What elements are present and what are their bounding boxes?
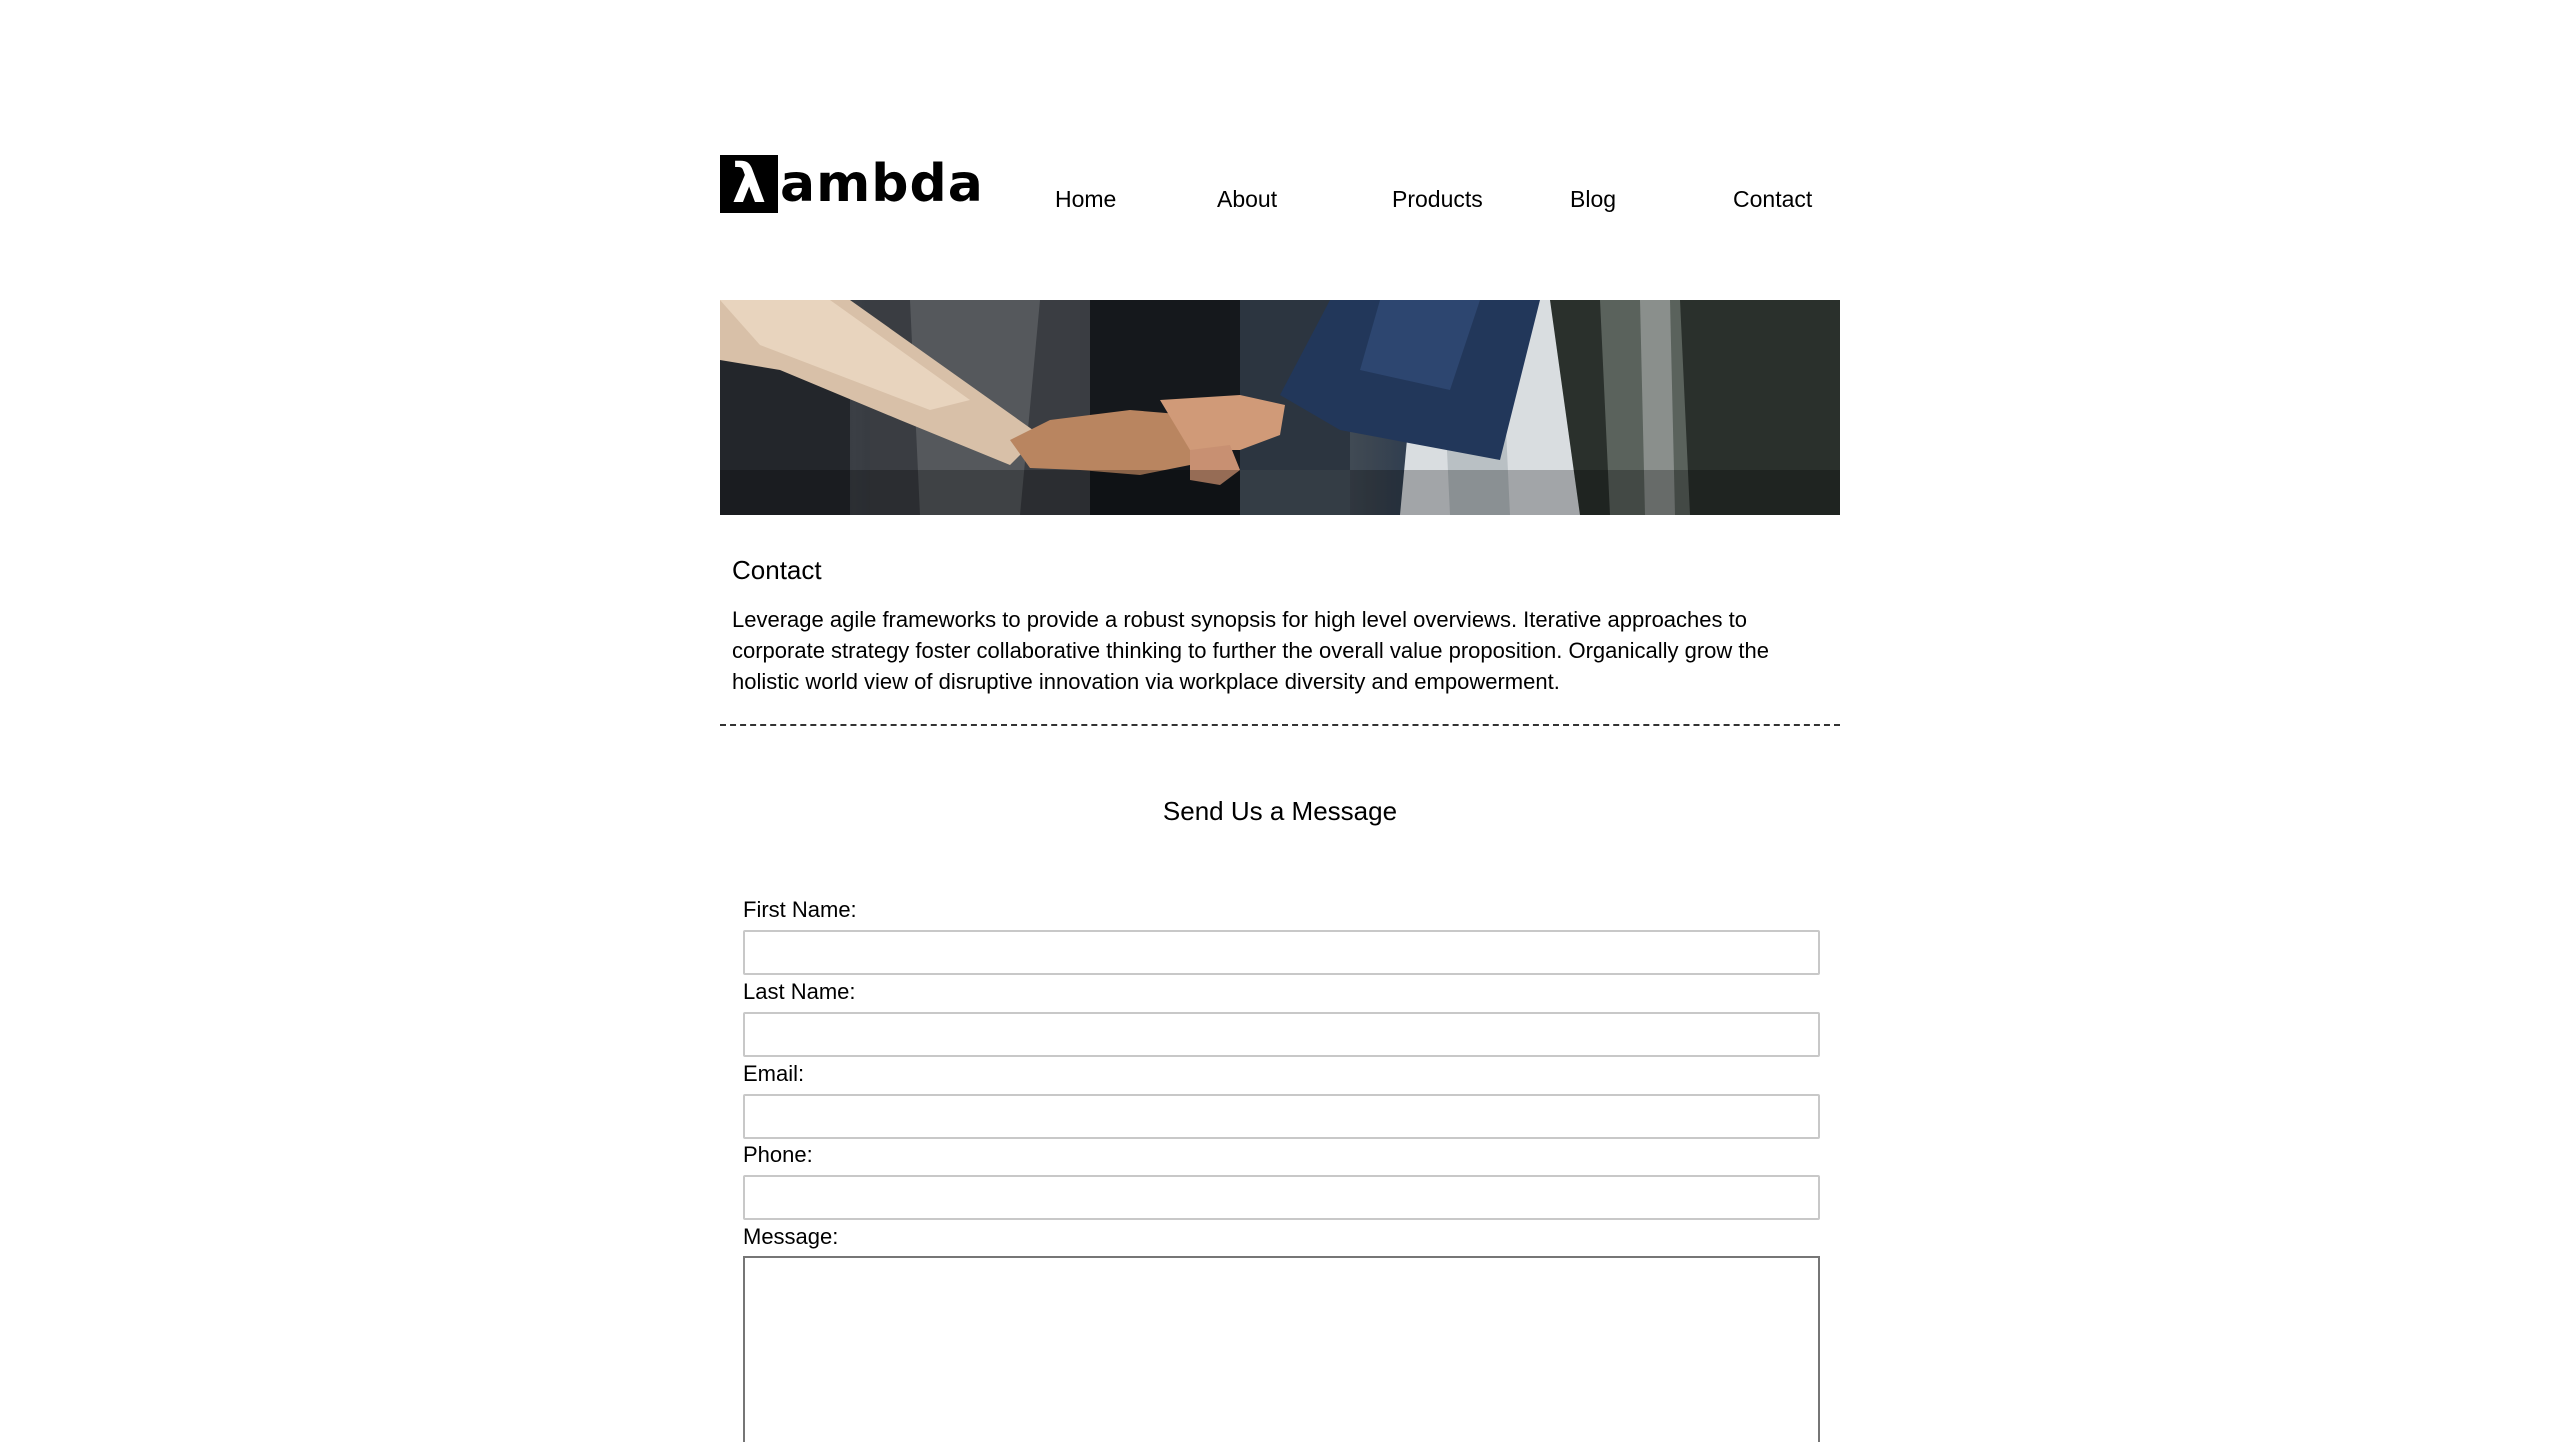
first-name-label: First Name: bbox=[743, 897, 857, 922]
contact-page: λ ambda Home About Products Blog Contact bbox=[0, 0, 2560, 1442]
nav-about[interactable]: About bbox=[1217, 186, 1277, 213]
hero-image bbox=[720, 300, 1840, 515]
dashed-divider bbox=[720, 724, 1840, 726]
page-title: Contact bbox=[732, 555, 822, 585]
phone-input[interactable] bbox=[743, 1175, 1820, 1220]
last-name-label: Last Name: bbox=[743, 979, 856, 1004]
form-heading: Send Us a Message bbox=[1162, 796, 1398, 826]
email-label: Email: bbox=[743, 1061, 805, 1086]
intro-text: Leverage agile frameworks to provide a r… bbox=[732, 607, 1769, 694]
logo-text: ambda bbox=[780, 154, 984, 214]
first-name-input[interactable] bbox=[743, 930, 1820, 975]
logo-link[interactable]: λ ambda bbox=[720, 155, 984, 213]
lambda-logo-icon: λ bbox=[720, 155, 778, 213]
nav-blog[interactable]: Blog bbox=[1570, 186, 1616, 213]
message-label: Message: bbox=[743, 1224, 839, 1249]
handshake-photo-icon bbox=[720, 300, 1840, 515]
main-nav: Home About Products Blog Contact bbox=[1000, 186, 1840, 218]
nav-home[interactable]: Home bbox=[1055, 186, 1116, 213]
phone-label: Phone: bbox=[743, 1142, 813, 1167]
last-name-input[interactable] bbox=[743, 1012, 1820, 1057]
nav-products[interactable]: Products bbox=[1392, 186, 1483, 213]
message-textarea[interactable] bbox=[743, 1256, 1820, 1442]
email-input[interactable] bbox=[743, 1094, 1820, 1139]
nav-contact[interactable]: Contact bbox=[1733, 186, 1812, 213]
